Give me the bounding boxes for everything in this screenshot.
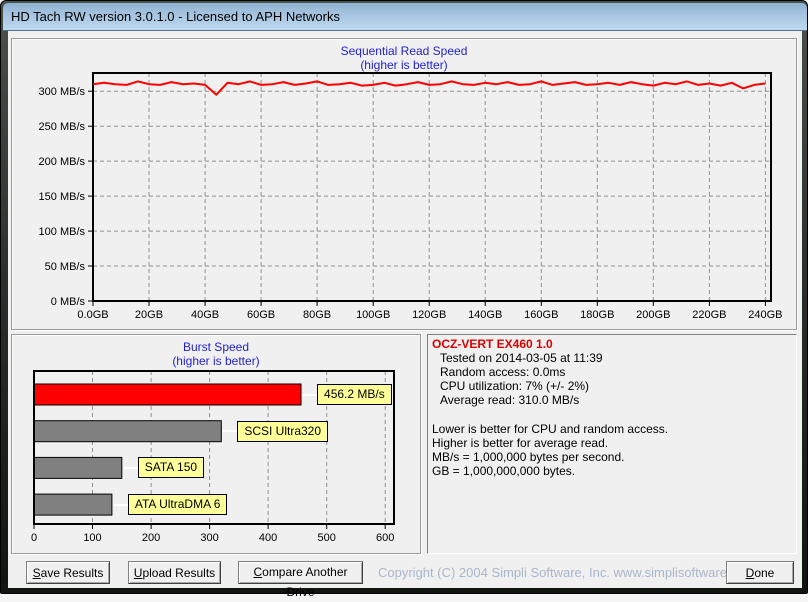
- drive-info-panel: OCZ-VERT EX460 1.0 Tested on 2014-03-05 …: [427, 334, 797, 554]
- bar-label-connector: [123, 466, 139, 469]
- note-line-1: Lower is better for CPU and random acces…: [432, 422, 669, 436]
- burst-bar-label-3: ATA UltraDMA 6: [127, 494, 228, 516]
- svg-text:50 MB/s: 50 MB/s: [45, 261, 86, 273]
- save-results-button[interactable]: Save Results: [26, 561, 110, 584]
- copyright-text: Copyright (C) 2004 Simpli Software, Inc.…: [378, 565, 756, 580]
- svg-text:240GB: 240GB: [748, 309, 782, 321]
- titlebar[interactable]: HD Tach RW version 3.0.1.0 - Licensed to…: [3, 3, 807, 31]
- stat-random-access: Random access: 0.0ms: [440, 365, 566, 379]
- burst-bar-label-0: 456.2 MB/s: [317, 384, 392, 405]
- app-window: HD Tach RW version 3.0.1.0 - Licensed to…: [0, 0, 808, 599]
- sequential-read-chart: 0 MB/s 50 MB/s 100 MB/s 150 MB/s 200 MB/s 250…: [39, 72, 783, 321]
- svg-text:0: 0: [31, 532, 37, 544]
- window-title: HD Tach RW version 3.0.1.0 - Licensed to…: [11, 9, 340, 24]
- svg-text:200GB: 200GB: [636, 309, 670, 321]
- burst-bar-label-2: SATA 150: [137, 457, 205, 479]
- svg-text:100GB: 100GB: [356, 309, 390, 321]
- svg-text:200: 200: [142, 532, 160, 544]
- svg-text:150 MB/s: 150 MB/s: [39, 191, 86, 203]
- burst-speed-chart: 0 100 200 300 400 500 600: [31, 370, 395, 544]
- svg-text:500: 500: [318, 532, 336, 544]
- client-area: Sequential Read Speed (higher is better)…: [8, 31, 802, 599]
- svg-text:60GB: 60GB: [247, 309, 275, 321]
- burst-speed-panel: Burst Speed (higher is better) 0 100 200 30…: [11, 334, 421, 554]
- bar-label-connector: [303, 393, 319, 396]
- burst-bar-label-1: SCSI Ultra320: [237, 420, 329, 442]
- svg-text:300: 300: [200, 532, 218, 544]
- svg-text:20GB: 20GB: [135, 309, 163, 321]
- svg-text:200 MB/s: 200 MB/s: [39, 156, 86, 168]
- done-button[interactable]: Done: [726, 561, 794, 584]
- svg-text:180GB: 180GB: [580, 309, 614, 321]
- svg-text:40GB: 40GB: [191, 309, 219, 321]
- note-line-4: GB = 1,000,000,000 bytes.: [432, 464, 576, 478]
- note-line-2: Higher is better for average read.: [432, 436, 609, 450]
- stat-tested-on: Tested on 2014-03-05 at 11:39: [440, 351, 603, 365]
- stat-average-read: Average read: 310.0 MB/s: [440, 393, 580, 407]
- svg-text:220GB: 220GB: [692, 309, 726, 321]
- note-line-3: MB/s = 1,000,000 bytes per second.: [432, 450, 625, 464]
- upload-results-button[interactable]: Upload Results: [128, 561, 221, 584]
- sequential-read-panel: Sequential Read Speed (higher is better)…: [11, 38, 797, 330]
- bar-label-connector: [223, 430, 239, 433]
- svg-text:300 MB/s: 300 MB/s: [39, 86, 86, 98]
- svg-text:140GB: 140GB: [468, 309, 502, 321]
- stat-cpu-utilization: CPU utilization: 7% (+/- 2%): [440, 379, 590, 393]
- svg-text:160GB: 160GB: [524, 309, 558, 321]
- svg-text:0.0GB: 0.0GB: [77, 309, 108, 321]
- svg-text:120GB: 120GB: [412, 309, 446, 321]
- drive-name: OCZ-VERT EX460 1.0: [432, 337, 553, 351]
- svg-text:600: 600: [376, 532, 394, 544]
- svg-text:400: 400: [259, 532, 277, 544]
- svg-text:0 MB/s: 0 MB/s: [51, 296, 86, 308]
- svg-text:250 MB/s: 250 MB/s: [39, 121, 86, 133]
- svg-text:100: 100: [83, 532, 101, 544]
- svg-text:80GB: 80GB: [303, 309, 331, 321]
- svg-text:100 MB/s: 100 MB/s: [39, 226, 86, 238]
- bar-label-connector: [113, 503, 129, 506]
- compare-another-drive-button[interactable]: Compare Another Drive: [238, 561, 363, 599]
